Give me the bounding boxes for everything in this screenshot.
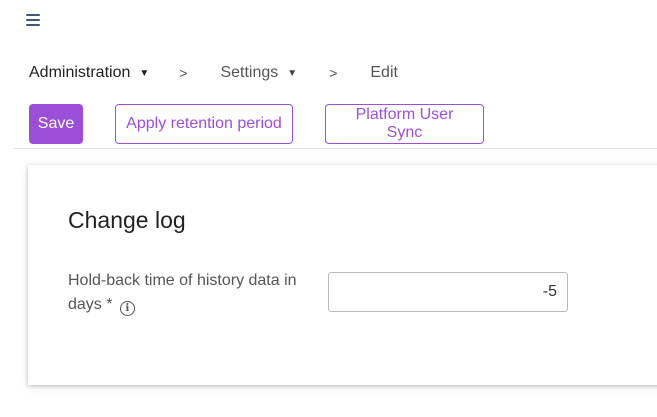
card-title: Change log <box>68 207 186 233</box>
breadcrumb: Administration ▼ > Settings ▼ > Edit <box>29 62 398 84</box>
info-icon[interactable]: i <box>119 301 135 316</box>
hold-back-time-label: Hold-back time of history data in days *… <box>68 269 313 317</box>
hamburger-menu-icon[interactable] <box>26 14 40 26</box>
breadcrumb-separator: > <box>179 65 188 81</box>
change-log-card: Change log Hold-back time of history dat… <box>28 165 657 385</box>
toolbar-divider <box>14 148 657 149</box>
breadcrumb-settings[interactable]: Settings ▼ <box>220 64 297 82</box>
breadcrumb-edit: Edit <box>370 64 398 82</box>
chevron-down-icon: ▼ <box>139 67 150 79</box>
chevron-down-icon: ▼ <box>287 67 298 79</box>
apply-retention-period-button[interactable]: Apply retention period <box>115 104 293 144</box>
breadcrumb-edit-label: Edit <box>370 64 398 81</box>
menu-bar <box>26 24 40 26</box>
toolbar: Save Apply retention period Platform Use… <box>29 104 484 144</box>
hold-back-time-label-text: Hold-back time of history data in days * <box>68 272 297 313</box>
hold-back-time-input[interactable] <box>328 272 568 312</box>
menu-bar <box>26 19 40 21</box>
platform-user-sync-button[interactable]: Platform User Sync <box>325 104 484 144</box>
breadcrumb-administration[interactable]: Administration ▼ <box>29 64 149 82</box>
save-button[interactable]: Save <box>29 104 83 144</box>
breadcrumb-settings-label: Settings <box>220 64 279 81</box>
page: Administration ▼ > Settings ▼ > Edit Sav… <box>0 0 657 417</box>
breadcrumb-separator: > <box>329 65 338 81</box>
menu-bar <box>26 14 40 16</box>
breadcrumb-administration-label: Administration <box>29 64 131 81</box>
